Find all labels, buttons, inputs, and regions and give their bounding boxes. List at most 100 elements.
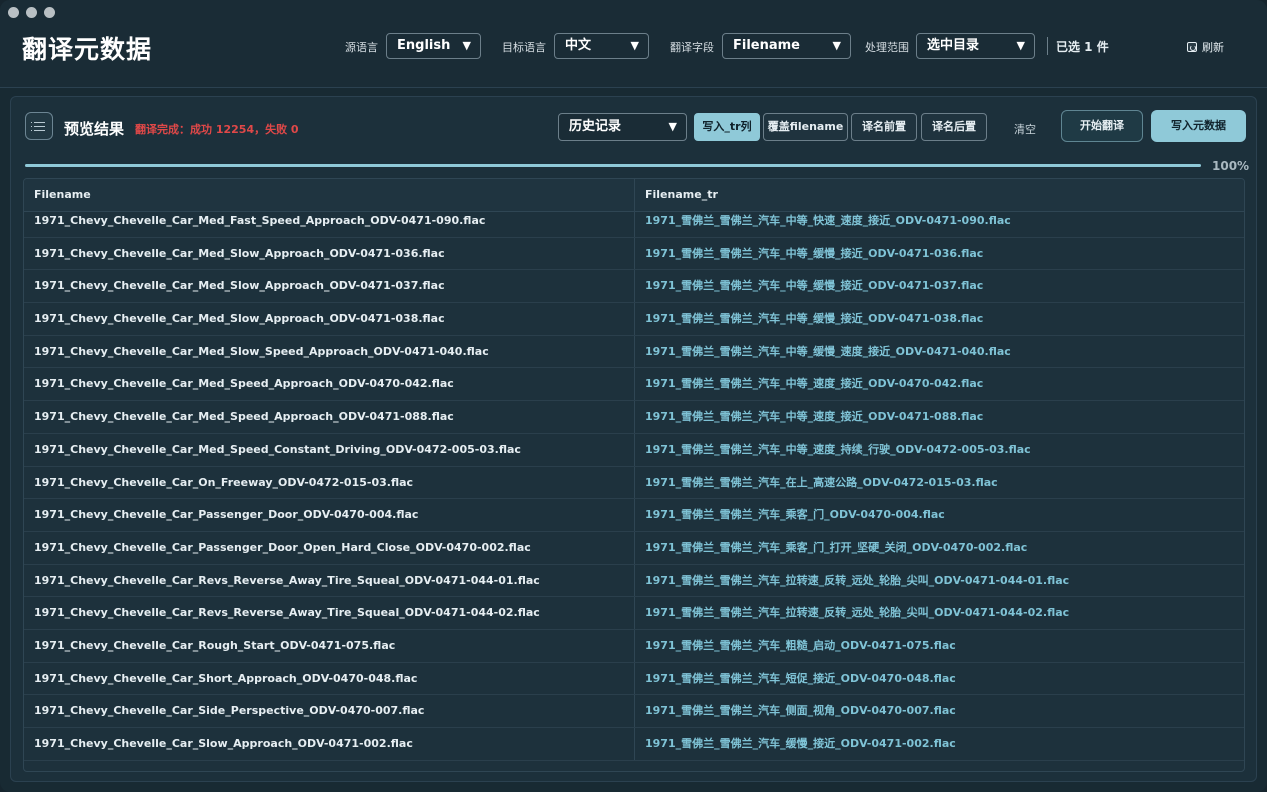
clear-button[interactable]: 清空 [1014,121,1036,137]
cell-filename-tr: 1971_雪佛兰_雪佛兰_汽车_中等_缓慢_接近_ODV-0471-037.fl… [645,279,984,293]
page-title: 翻译元数据 [22,35,153,64]
cell-filename: 1971_Chevy_Chevelle_Car_Revs_Reverse_Awa… [24,597,635,629]
cell-filename-tr: 1971_雪佛兰_雪佛兰_汽车_中等_快速_速度_接近_ODV-0471-090… [645,214,1011,227]
history-select[interactable]: 历史记录 ▼ [558,113,687,141]
write-metadata-button[interactable]: 写入元数据 [1151,110,1246,142]
table-row[interactable]: 1971_Chevy_Chevelle_Car_Passenger_Door_O… [24,499,1244,532]
table-row[interactable]: 1971_Chevy_Chevelle_Car_Passenger_Door_O… [24,531,1244,565]
app-window: 翻译元数据 源语言 English ▼ 目标语言 中文 ▼ 翻译字段 Filen… [0,0,1267,792]
cell-filename: 1971_Chevy_Chevelle_Car_On_Freeway_ODV-0… [24,466,635,499]
cell-filename: 1971_Chevy_Chevelle_Car_Short_Approach_O… [24,662,635,695]
selected-count: 已选 1 件 [1056,40,1109,54]
table-row[interactable]: 1971_Chevy_Chevelle_Car_Med_Slow_Approac… [24,303,1244,336]
maximize-window-button[interactable] [44,7,55,18]
table-row[interactable]: 1971_Chevy_Chevelle_Car_Med_Slow_Approac… [24,237,1244,271]
cell-filename-tr: 1971_雪佛兰_雪佛兰_汽车_短促_接近_ODV-0470-048.flac [645,671,956,685]
cell-filename: 1971_Chevy_Chevelle_Car_Revs_Reverse_Awa… [24,564,635,597]
chevron-down-icon: ▼ [832,39,841,52]
table-row[interactable]: 1971_Chevy_Chevelle_Car_Med_Speed_Approa… [24,368,1244,402]
cell-filename: 1971_Chevy_Chevelle_Car_Side_Perspective… [24,695,635,727]
column-header-filename[interactable]: Filename [24,179,635,211]
scope-value: 选中目录 [927,38,980,53]
write-tr-column-button[interactable]: 写入_tr列 [694,113,760,141]
cell-filename: 1971_Chevy_Chevelle_Car_Slow_Approach_OD… [24,728,635,760]
cell-filename: 1971_Chevy_Chevelle_Car_Med_Slow_Approac… [24,237,635,270]
top-bar: 翻译元数据 源语言 English ▼ 目标语言 中文 ▼ 翻译字段 Filen… [0,0,1267,88]
cell-filename-tr: 1971_雪佛兰_雪佛兰_汽车_乘客_门_打开_坚硬_关闭_ODV-0470-0… [645,540,1028,554]
scope-select[interactable]: 选中目录 ▼ [916,33,1035,59]
target-lang-value: 中文 [565,38,592,53]
cell-filename: 1971_Chevy_Chevelle_Car_Med_Speed_Approa… [24,368,635,401]
table-row[interactable]: 1971_Chevy_Chevelle_Car_Med_Fast_Speed_A… [24,212,1244,238]
table-row[interactable]: 1971_Chevy_Chevelle_Car_Med_Slow_Speed_A… [24,335,1244,369]
chevron-down-icon: ▼ [462,39,471,52]
toolbar-divider [1047,37,1048,55]
cell-filename-tr: 1971_雪佛兰_雪佛兰_汽车_中等_速度_接近_ODV-0471-088.fl… [645,410,984,424]
cell-filename-tr: 1971_雪佛兰_雪佛兰_汽车_侧面_视角_ODV-0470-007.flac [645,704,956,718]
table-row[interactable]: 1971_Chevy_Chevelle_Car_On_Freeway_ODV-0… [24,466,1244,500]
table-rows: 1971_Chevy_Chevelle_Car_Med_Fast_Speed_A… [24,212,1244,761]
table-row[interactable]: 1971_Chevy_Chevelle_Car_Slow_Approach_OD… [24,728,1244,761]
source-lang-select[interactable]: English ▼ [386,33,481,59]
cell-filename: 1971_Chevy_Chevelle_Car_Med_Slow_Approac… [24,303,635,335]
cell-filename: 1971_Chevy_Chevelle_Car_Med_Speed_Consta… [24,433,635,466]
refresh-button[interactable]: 刷新 [1187,39,1224,55]
table-row[interactable]: 1971_Chevy_Chevelle_Car_Revs_Reverse_Awa… [24,597,1244,630]
field-label: 翻译字段 [670,41,714,54]
cell-filename-tr: 1971_雪佛兰_雪佛兰_汽车_拉转速_反转_远处_轮胎_尖叫_ODV-0471… [645,606,1070,620]
history-select-value: 历史记录 [569,119,622,134]
progress-bar [25,164,1201,167]
cell-filename-tr: 1971_雪佛兰_雪佛兰_汽车_乘客_门_ODV-0470-004.flac [645,508,945,522]
progress-fill [25,164,1201,167]
list-view-button[interactable] [25,112,53,140]
cell-filename: 1971_Chevy_Chevelle_Car_Med_Speed_Approa… [24,401,635,433]
suffix-translation-button[interactable]: 译名后置 [921,113,987,141]
target-lang-select[interactable]: 中文 ▼ [554,33,649,59]
cell-filename-tr: 1971_雪佛兰_雪佛兰_汽车_中等_速度_接近_ODV-0470-042.fl… [645,377,984,391]
window-controls [8,7,55,18]
table-header: Filename Filename_tr [24,179,1244,212]
source-lang-label: 源语言 [345,41,378,54]
cell-filename-tr: 1971_雪佛兰_雪佛兰_汽车_在上_高速公路_ODV-0472-015-03.… [645,475,998,489]
cell-filename: 1971_Chevy_Chevelle_Car_Med_Slow_Speed_A… [24,335,635,368]
chevron-down-icon: ▼ [630,39,639,52]
table-row[interactable]: 1971_Chevy_Chevelle_Car_Short_Approach_O… [24,662,1244,696]
table-row[interactable]: 1971_Chevy_Chevelle_Car_Med_Slow_Approac… [24,270,1244,304]
preview-panel: 预览结果 翻译完成：成功 12254，失败 0 历史记录 ▼ 写入_tr列 覆盖… [10,96,1257,782]
prefix-translation-button[interactable]: 译名前置 [851,113,917,141]
start-translate-button[interactable]: 开始翻译 [1061,110,1143,142]
table-row[interactable]: 1971_Chevy_Chevelle_Car_Rough_Start_ODV-… [24,629,1244,663]
status-badge: 翻译完成：成功 12254，失败 0 [135,123,299,136]
table-row[interactable]: 1971_Chevy_Chevelle_Car_Revs_Reverse_Awa… [24,564,1244,598]
cell-filename: 1971_Chevy_Chevelle_Car_Rough_Start_ODV-… [24,629,635,662]
refresh-icon [1187,42,1197,52]
close-window-button[interactable] [8,7,19,18]
cell-filename-tr: 1971_雪佛兰_雪佛兰_汽车_粗糙_启动_ODV-0471-075.flac [645,638,956,652]
progress-percent: 100% [1212,159,1250,173]
cell-filename: 1971_Chevy_Chevelle_Car_Passenger_Door_O… [24,531,635,564]
field-value: Filename [733,38,800,53]
overwrite-filename-button[interactable]: 覆盖filename [763,113,848,141]
preview-title: 预览结果 [64,120,125,138]
table-row[interactable]: 1971_Chevy_Chevelle_Car_Med_Speed_Consta… [24,433,1244,467]
table-row[interactable]: 1971_Chevy_Chevelle_Car_Side_Perspective… [24,695,1244,728]
table-row[interactable]: 1971_Chevy_Chevelle_Car_Med_Speed_Approa… [24,401,1244,434]
cell-filename-tr: 1971_雪佛兰_雪佛兰_汽车_中等_缓慢_接近_ODV-0471-036.fl… [645,246,984,260]
chevron-down-icon: ▼ [1016,39,1025,52]
table-body[interactable]: 1971_Chevy_Chevelle_Car_Med_Fast_Speed_A… [24,212,1244,771]
list-icon-line [31,130,45,131]
target-lang-label: 目标语言 [502,41,546,54]
source-lang-value: English [397,38,451,53]
column-header-filename-tr[interactable]: Filename_tr [635,179,1244,211]
refresh-label: 刷新 [1202,41,1224,54]
field-select[interactable]: Filename ▼ [722,33,851,59]
chevron-down-icon: ▼ [668,120,677,133]
cell-filename-tr: 1971_雪佛兰_雪佛兰_汽车_中等_速度_持续_行驶_ODV-0472-005… [645,442,1031,456]
cell-filename-tr: 1971_雪佛兰_雪佛兰_汽车_中等_缓慢_速度_接近_ODV-0471-040… [645,344,1011,358]
list-icon [31,122,45,123]
cell-filename: 1971_Chevy_Chevelle_Car_Med_Slow_Approac… [24,270,635,303]
minimize-window-button[interactable] [26,7,37,18]
cell-filename-tr: 1971_雪佛兰_雪佛兰_汽车_拉转速_反转_远处_轮胎_尖叫_ODV-0471… [645,573,1070,587]
list-icon-line [31,126,45,127]
cell-filename-tr: 1971_雪佛兰_雪佛兰_汽车_中等_缓慢_接近_ODV-0471-038.fl… [645,312,984,326]
